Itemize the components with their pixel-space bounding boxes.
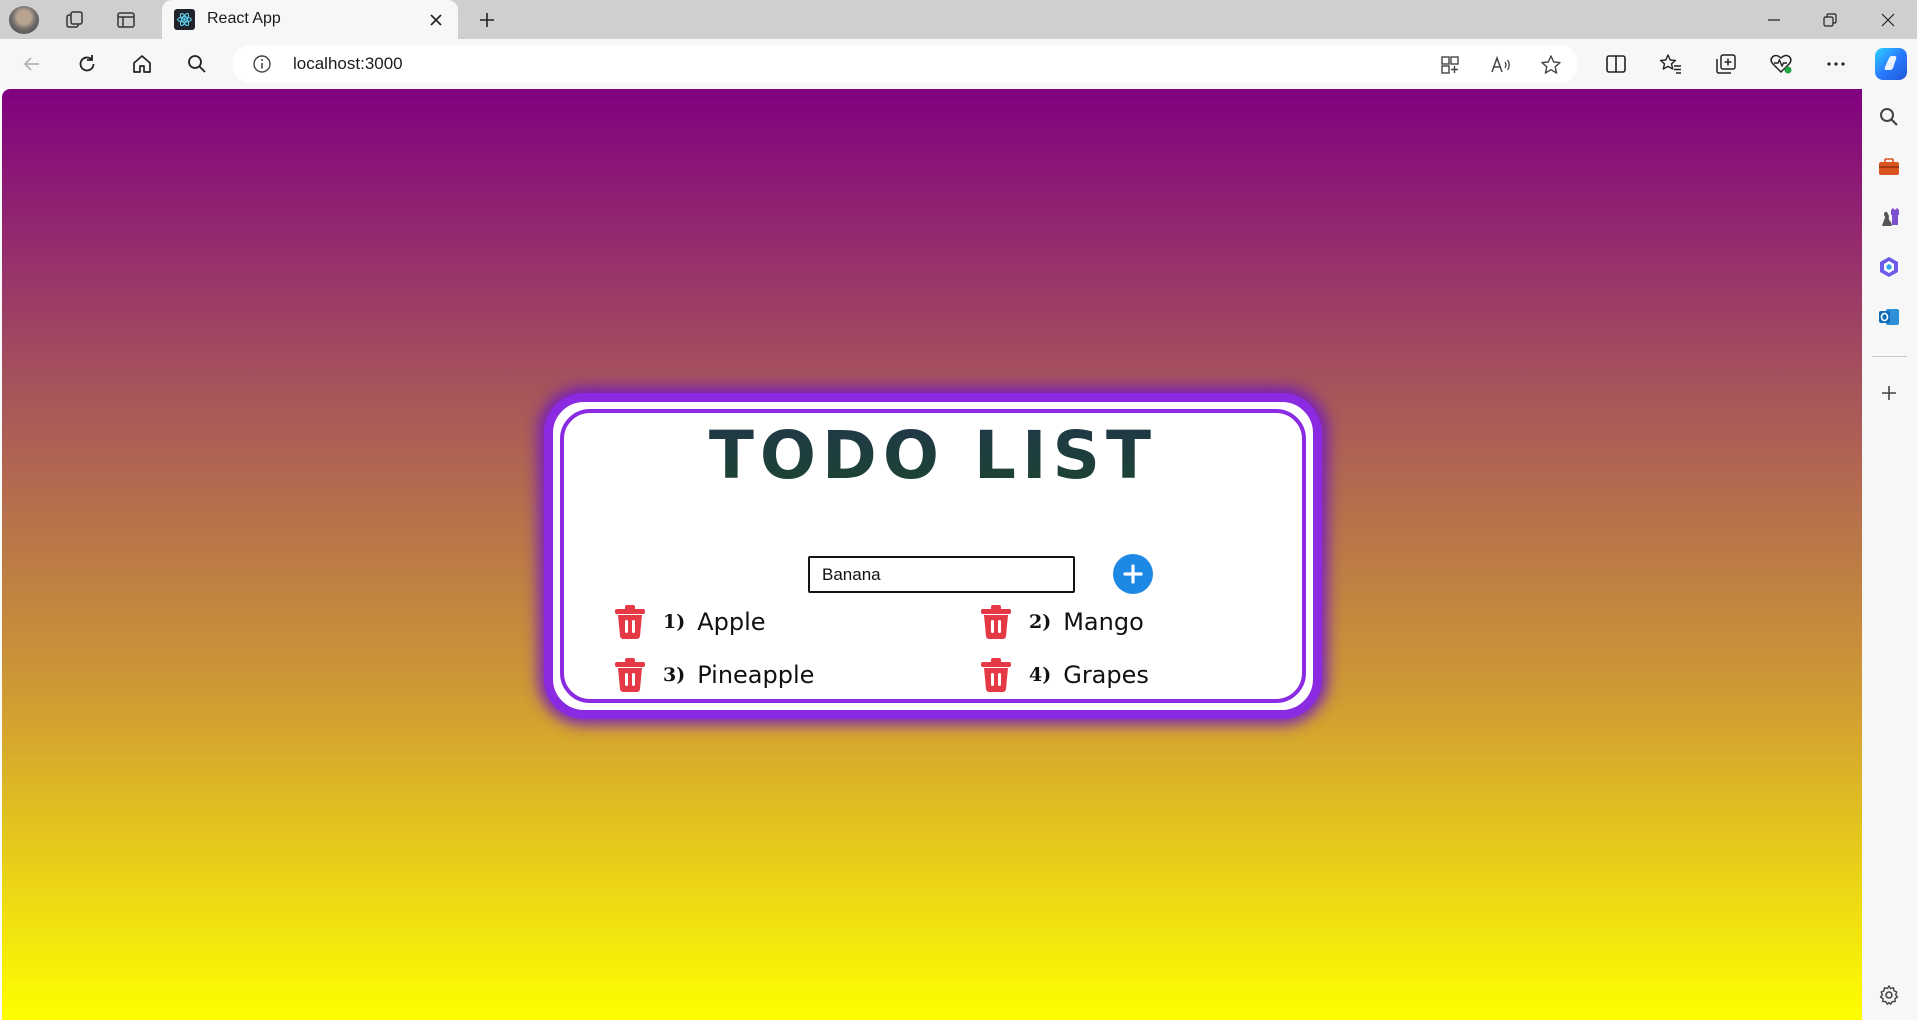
- trash-icon: [981, 658, 1011, 692]
- tab-strip: React App: [0, 0, 1917, 39]
- page-viewport: TODO LIST 1) Apple 2) Mango 3): [2, 89, 1862, 1020]
- todo-card: TODO LIST 1) Apple 2) Mango 3): [544, 393, 1322, 719]
- close-window-icon[interactable]: [1868, 4, 1908, 36]
- delete-button[interactable]: [981, 605, 1011, 639]
- microsoft-365-icon[interactable]: [1875, 253, 1903, 281]
- page-title: TODO LIST: [553, 416, 1313, 496]
- list-item: 1) Apple: [615, 602, 766, 642]
- profile-avatar[interactable]: [9, 6, 39, 34]
- read-aloud-icon[interactable]: [1488, 52, 1514, 78]
- url-text: localhost:3000: [293, 54, 403, 73]
- site-info-icon[interactable]: [252, 54, 272, 74]
- sidebar-search-icon[interactable]: [1875, 103, 1903, 131]
- close-tab-icon[interactable]: [424, 8, 448, 32]
- react-logo-icon: [174, 9, 195, 30]
- browser-essentials-icon[interactable]: [1766, 49, 1796, 79]
- item-text: Pineapple: [697, 661, 815, 689]
- games-icon[interactable]: [1875, 203, 1903, 231]
- list-item: 2) Mango: [981, 602, 1144, 642]
- refresh-icon[interactable]: [72, 49, 102, 79]
- favorites-icon[interactable]: [1656, 49, 1686, 79]
- delete-button[interactable]: [615, 605, 645, 639]
- item-number: 1): [663, 611, 686, 633]
- app-available-icon[interactable]: [1437, 52, 1463, 78]
- item-number: 3): [663, 664, 686, 686]
- vertical-tabs-icon[interactable]: [112, 6, 140, 34]
- tab-react-app[interactable]: React App: [162, 0, 458, 39]
- favorite-star-icon[interactable]: [1538, 52, 1564, 78]
- item-text: Grapes: [1063, 661, 1149, 689]
- todo-input[interactable]: [808, 556, 1075, 593]
- delete-button[interactable]: [615, 658, 645, 692]
- minimize-icon[interactable]: [1754, 4, 1794, 36]
- new-tab-icon[interactable]: [473, 6, 501, 34]
- list-item: 3) Pineapple: [615, 655, 814, 695]
- back-icon[interactable]: [17, 49, 47, 79]
- more-options-icon[interactable]: [1821, 49, 1851, 79]
- split-screen-icon[interactable]: [1601, 49, 1631, 79]
- restore-icon[interactable]: [1810, 4, 1850, 36]
- trash-icon: [615, 658, 645, 692]
- item-text: Mango: [1063, 608, 1144, 636]
- outlook-icon[interactable]: [1875, 303, 1903, 331]
- address-bar[interactable]: localhost:3000: [232, 45, 1578, 83]
- collections-icon[interactable]: [1711, 49, 1741, 79]
- delete-button[interactable]: [981, 658, 1011, 692]
- item-number: 2): [1029, 611, 1052, 633]
- sidebar-divider: [1872, 356, 1907, 357]
- settings-gear-icon[interactable]: [1875, 981, 1903, 1009]
- trash-icon: [615, 605, 645, 639]
- search-icon[interactable]: [182, 49, 212, 79]
- item-number: 4): [1029, 664, 1052, 686]
- home-icon[interactable]: [127, 49, 157, 79]
- browser-toolbar: localhost:3000: [0, 39, 1917, 89]
- add-sidebar-app-icon[interactable]: [1875, 379, 1903, 407]
- copilot-icon[interactable]: [1875, 48, 1907, 80]
- workspaces-icon[interactable]: [61, 6, 89, 34]
- item-text: Apple: [697, 608, 766, 636]
- list-item: 4) Grapes: [981, 655, 1149, 695]
- tools-icon[interactable]: [1875, 153, 1903, 181]
- trash-icon: [981, 605, 1011, 639]
- tab-title: React App: [207, 10, 281, 27]
- edge-sidebar: [1862, 89, 1917, 1020]
- add-button[interactable]: [1113, 554, 1153, 594]
- plus-icon: [1123, 564, 1143, 584]
